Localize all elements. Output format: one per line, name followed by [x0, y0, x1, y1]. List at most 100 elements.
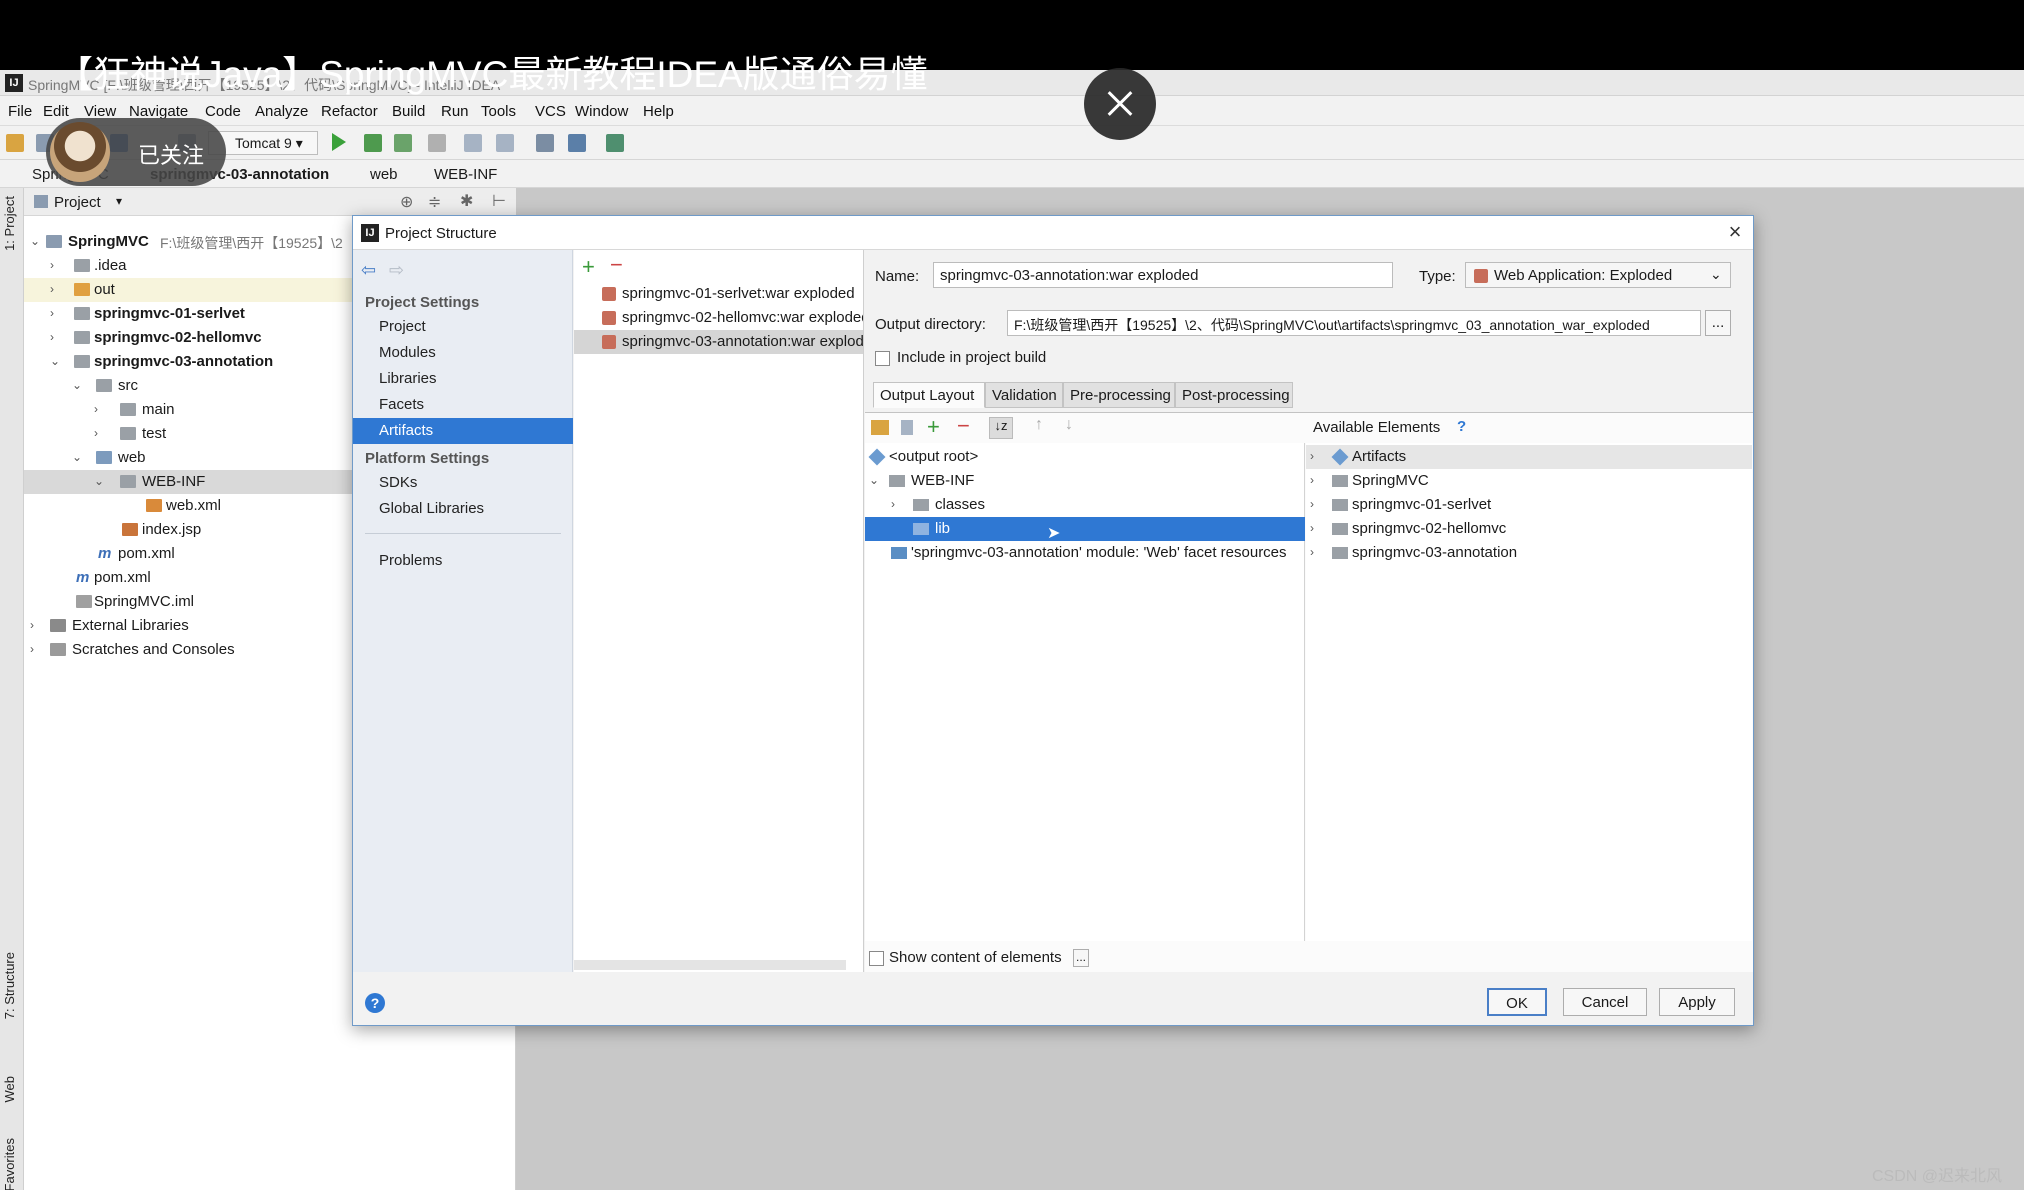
- debug-icon[interactable]: [364, 134, 382, 152]
- ok-button[interactable]: OK: [1487, 988, 1547, 1016]
- collapse-icon[interactable]: ≑: [428, 192, 441, 212]
- help-icon[interactable]: ?: [365, 993, 385, 1013]
- folder-icon: [889, 475, 905, 487]
- vcs-commit-icon[interactable]: [496, 134, 514, 152]
- nav-global-libraries[interactable]: Global Libraries: [353, 496, 573, 522]
- menu-tools[interactable]: Tools: [481, 103, 516, 120]
- stop-icon[interactable]: [428, 134, 446, 152]
- nav-facets[interactable]: Facets: [353, 392, 573, 418]
- available-item-springmvc[interactable]: › SpringMVC: [1306, 469, 1752, 493]
- artifact-item[interactable]: springmvc-03-annotation:war exploded: [574, 330, 863, 354]
- chevron-down-icon: ⌄: [1710, 266, 1722, 282]
- menu-build[interactable]: Build: [392, 103, 425, 120]
- nav-problems[interactable]: Problems: [353, 548, 573, 574]
- help-icon[interactable]: ?: [1457, 418, 1466, 435]
- nav-artifacts[interactable]: Artifacts: [353, 418, 573, 444]
- webinf-item[interactable]: ⌄ WEB-INF: [865, 469, 1305, 493]
- tree-label: springmvc-02-hellomvc: [94, 329, 262, 346]
- chevron-right-icon: ›: [94, 426, 98, 440]
- sdk-icon[interactable]: [606, 134, 624, 152]
- folder-icon: [120, 403, 136, 416]
- crumb-web[interactable]: web: [370, 166, 398, 183]
- available-item-module-03[interactable]: › springmvc-03-annotation: [1306, 541, 1752, 565]
- archive-icon[interactable]: [901, 420, 913, 435]
- available-elements-tree: › Artifacts › SpringMVC › springmvc-01-s…: [1306, 443, 1752, 941]
- dialog-titlebar: IJ Project Structure ×: [353, 216, 1753, 250]
- run-icon[interactable]: [332, 133, 346, 151]
- output-root-icon: [868, 448, 886, 466]
- move-down-icon[interactable]: ↓: [1065, 416, 1073, 434]
- type-select[interactable]: Web Application: Exploded ⌄: [1465, 262, 1731, 288]
- nav-project[interactable]: Project: [353, 314, 573, 340]
- menu-code[interactable]: Code: [205, 103, 241, 120]
- coverage-icon[interactable]: [394, 134, 412, 152]
- show-content-options-button[interactable]: ...: [1073, 949, 1089, 967]
- back-arrow-icon[interactable]: ⇦: [361, 260, 376, 281]
- vcs-update-icon[interactable]: [464, 134, 482, 152]
- close-icon[interactable]: ×: [1723, 220, 1747, 244]
- cancel-button[interactable]: Cancel: [1563, 988, 1647, 1016]
- menu-help[interactable]: Help: [643, 103, 674, 120]
- tab-validation[interactable]: Validation: [985, 382, 1063, 408]
- menu-file[interactable]: File: [8, 103, 32, 120]
- hide-icon[interactable]: ⊢: [492, 191, 506, 211]
- new-directory-icon[interactable]: [871, 420, 889, 435]
- nav-sdks[interactable]: SDKs: [353, 470, 573, 496]
- classes-item[interactable]: › classes: [865, 493, 1305, 517]
- menu-edit[interactable]: Edit: [43, 103, 69, 120]
- menu-vcs[interactable]: VCS: [535, 103, 566, 120]
- remove-icon[interactable]: −: [957, 413, 970, 439]
- tool-project-tab[interactable]: 1: Project: [2, 196, 17, 251]
- type-value: Web Application: Exploded: [1494, 267, 1673, 284]
- close-video-button[interactable]: [1084, 68, 1156, 140]
- tool-web-tab[interactable]: Web: [2, 1076, 17, 1103]
- tab-post-processing[interactable]: Post-processing: [1175, 382, 1293, 408]
- add-icon[interactable]: +: [927, 414, 940, 440]
- artifact-item[interactable]: springmvc-01-serlvet:war exploded: [574, 282, 863, 306]
- show-content-checkbox[interactable]: [869, 951, 884, 966]
- settings-icon[interactable]: [536, 134, 554, 152]
- lib-item[interactable]: lib ➤: [865, 517, 1305, 542]
- tree-label: classes: [935, 496, 986, 513]
- remove-icon[interactable]: −: [610, 252, 623, 278]
- move-up-icon[interactable]: ↑: [1035, 416, 1043, 434]
- menu-refactor[interactable]: Refactor: [321, 103, 378, 120]
- name-input[interactable]: springmvc-03-annotation:war exploded: [933, 262, 1393, 288]
- crumb-webinf[interactable]: WEB-INF: [434, 166, 497, 183]
- available-item-module-02[interactable]: › springmvc-02-hellomvc: [1306, 517, 1752, 541]
- chevron-right-icon: ›: [891, 497, 895, 511]
- breadcrumb: SpringMVC springmvc-03-annotation web WE…: [0, 160, 2024, 188]
- output-dir-input[interactable]: F:\班级管理\西开【19525】\2、代码\SpringMVC\out\art…: [1007, 310, 1701, 336]
- project-view-select[interactable]: Project: [54, 194, 101, 211]
- tab-pre-processing[interactable]: Pre-processing: [1063, 382, 1175, 408]
- available-item-module-01[interactable]: › springmvc-01-serlvet: [1306, 493, 1752, 517]
- sort-icon[interactable]: ↓z: [989, 417, 1013, 439]
- available-item-artifacts[interactable]: › Artifacts: [1306, 445, 1752, 469]
- chevron-right-icon: ›: [1310, 545, 1314, 559]
- project-structure-icon[interactable]: [568, 134, 586, 152]
- forward-arrow-icon[interactable]: ⇨: [389, 260, 404, 281]
- browse-button[interactable]: ...: [1705, 310, 1731, 336]
- add-icon[interactable]: +: [582, 254, 595, 280]
- menu-bar: File Edit View Navigate Code Analyze Ref…: [0, 96, 2024, 126]
- chevron-down-icon[interactable]: ▾: [116, 194, 122, 208]
- tool-structure-tab[interactable]: 7: Structure: [2, 952, 17, 1019]
- output-root-item[interactable]: <output root>: [865, 445, 1305, 469]
- tool-favorites-tab[interactable]: Favorites: [2, 1138, 17, 1190]
- locate-icon[interactable]: ⊕: [400, 192, 413, 212]
- open-folder-icon[interactable]: [6, 134, 24, 152]
- nav-modules[interactable]: Modules: [353, 340, 573, 366]
- gear-icon[interactable]: ✱: [460, 191, 473, 211]
- follow-badge[interactable]: 已关注: [46, 118, 226, 186]
- include-build-checkbox[interactable]: [875, 351, 890, 366]
- menu-analyze[interactable]: Analyze: [255, 103, 308, 120]
- artifact-item[interactable]: springmvc-02-hellomvc:war exploded: [574, 306, 863, 330]
- horizontal-scrollbar[interactable]: [574, 960, 846, 970]
- tab-output-layout[interactable]: Output Layout: [873, 382, 985, 408]
- maven-icon: m: [98, 545, 112, 562]
- menu-window[interactable]: Window: [575, 103, 628, 120]
- facet-resources-item[interactable]: 'springmvc-03-annotation' module: 'Web' …: [865, 541, 1305, 565]
- nav-libraries[interactable]: Libraries: [353, 366, 573, 392]
- apply-button[interactable]: Apply: [1659, 988, 1735, 1016]
- menu-run[interactable]: Run: [441, 103, 469, 120]
